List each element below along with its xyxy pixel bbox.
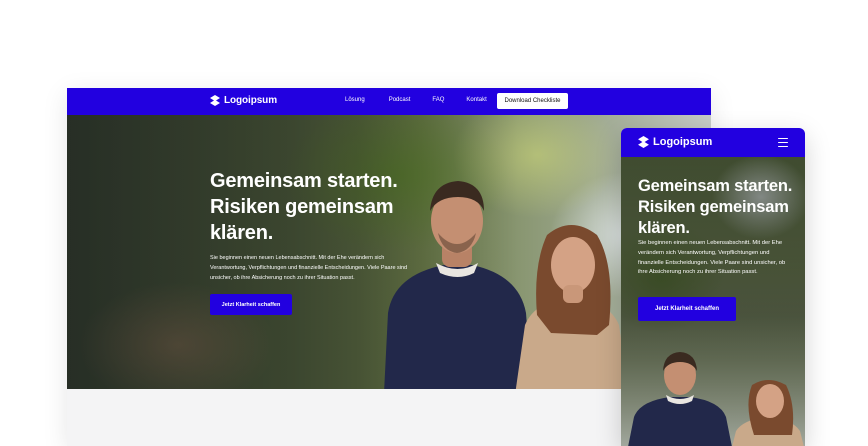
mobile-hero-cta-button[interactable]: Jetzt Klarheit schaffen: [638, 297, 736, 321]
mobile-logo[interactable]: Logoipsum: [638, 136, 712, 148]
download-checklist-button[interactable]: Download Checkliste: [497, 93, 568, 109]
mobile-hero-title: Gemeinsam starten. Risiken gemeinsam klä…: [638, 177, 793, 237]
hero-photo-woman: [732, 380, 804, 446]
desktop-nav-links: Lösung Podcast FAQ Kontakt: [345, 97, 509, 103]
nav-link-faq[interactable]: FAQ: [432, 97, 444, 103]
desktop-hero-title: Gemeinsam starten. Risiken gemeinsam klä…: [210, 170, 398, 244]
desktop-mockup: Logoipsum Lösung Podcast FAQ Kontakt Dow…: [67, 88, 711, 446]
mockup-stage: Logoipsum Lösung Podcast FAQ Kontakt Dow…: [0, 0, 868, 446]
mobile-hero: Gemeinsam starten. Risiken gemeinsam klä…: [621, 157, 805, 446]
logoipsum-mark-icon: [638, 136, 649, 148]
nav-link-loesung[interactable]: Lösung: [345, 97, 365, 103]
hamburger-menu-icon[interactable]: [778, 138, 788, 147]
desktop-navbar: Logoipsum Lösung Podcast FAQ Kontakt Dow…: [67, 88, 711, 115]
mobile-navbar: Logoipsum: [621, 128, 805, 157]
mobile-mockup: Logoipsum Gemeinsam starten. Risiken gem…: [621, 128, 805, 446]
desktop-logo-text: Logoipsum: [224, 95, 277, 106]
mobile-hero-body: Sie beginnen einen neuen Lebensabschnitt…: [638, 240, 786, 276]
logoipsum-mark-icon: [210, 95, 220, 106]
mobile-logo-text: Logoipsum: [653, 136, 713, 148]
desktop-hero-body: Sie beginnen einen neuen Lebensabschnitt…: [210, 255, 408, 281]
nav-link-kontakt[interactable]: Kontakt: [466, 97, 486, 103]
desktop-logo[interactable]: Logoipsum: [210, 95, 277, 106]
nav-link-podcast[interactable]: Podcast: [389, 97, 411, 103]
hero-photo-woman: [515, 225, 629, 389]
desktop-hero-cta-button[interactable]: Jetzt Klarheit schaffen: [210, 294, 292, 315]
desktop-hero: Gemeinsam starten. Risiken gemeinsam klä…: [67, 115, 711, 389]
hero-photo-man: [628, 352, 732, 446]
